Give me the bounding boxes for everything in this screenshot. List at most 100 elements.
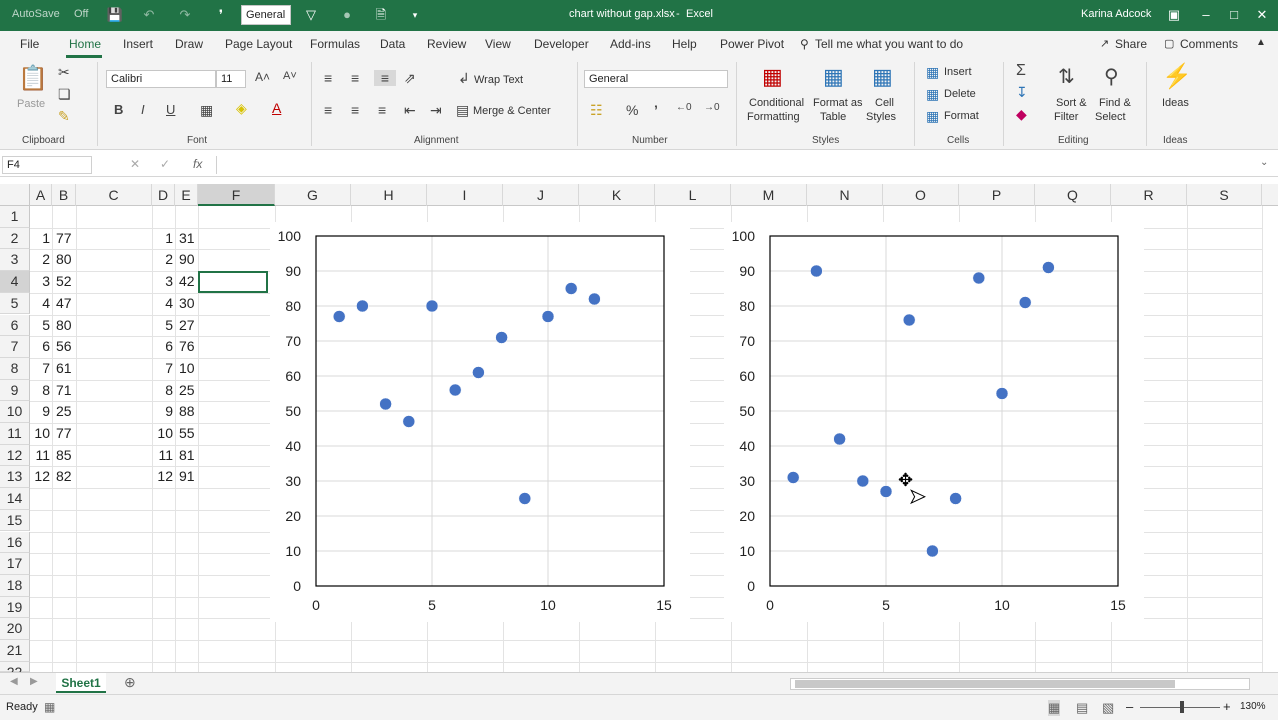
cell-b9[interactable]: 71 bbox=[52, 382, 74, 398]
cell-b3[interactable]: 80 bbox=[52, 251, 74, 267]
tab-page-layout[interactable]: Page Layout bbox=[225, 37, 292, 51]
cell-e3[interactable]: 90 bbox=[175, 251, 196, 267]
row-header-18[interactable]: 18 bbox=[0, 575, 30, 597]
cell-e7[interactable]: 76 bbox=[175, 338, 196, 354]
format-painter-qa-icon[interactable]: ❜ bbox=[212, 6, 230, 24]
row-header-11[interactable]: 11 bbox=[0, 423, 30, 445]
cell-a11[interactable]: 10 bbox=[30, 425, 50, 441]
cell-a3[interactable]: 2 bbox=[30, 251, 50, 267]
align-top-icon[interactable]: ≡ bbox=[324, 70, 332, 86]
cell-d5[interactable]: 4 bbox=[152, 295, 173, 311]
column-header-q[interactable]: Q bbox=[1035, 184, 1111, 206]
cell-e5[interactable]: 30 bbox=[175, 295, 196, 311]
redo-icon[interactable]: ↷ bbox=[176, 6, 194, 24]
cell-e8[interactable]: 10 bbox=[175, 360, 196, 376]
column-header-c[interactable]: C bbox=[76, 184, 152, 206]
row-header-15[interactable]: 15 bbox=[0, 510, 30, 532]
cell-d4[interactable]: 3 bbox=[152, 273, 173, 289]
cell-b11[interactable]: 77 bbox=[52, 425, 74, 441]
grow-font-icon[interactable]: A˄ bbox=[255, 70, 270, 84]
qa-number-format[interactable]: General bbox=[241, 5, 291, 25]
horizontal-scrollbar[interactable] bbox=[790, 678, 1250, 690]
zoom-slider-thumb[interactable] bbox=[1180, 701, 1184, 713]
next-sheet-icon[interactable]: ▶ bbox=[30, 676, 38, 687]
cell-a8[interactable]: 7 bbox=[30, 360, 50, 376]
new-file-icon[interactable]: 🗎 bbox=[372, 6, 390, 24]
fill-icon[interactable]: ↧ bbox=[1016, 84, 1028, 101]
cell-b5[interactable]: 47 bbox=[52, 295, 74, 311]
page-break-view-icon[interactable]: ▧ bbox=[1102, 700, 1114, 716]
row-header-5[interactable]: 5 bbox=[0, 293, 30, 315]
cell-b10[interactable]: 25 bbox=[52, 403, 74, 419]
percent-icon[interactable]: % bbox=[626, 102, 638, 118]
cell-b13[interactable]: 82 bbox=[52, 468, 74, 484]
row-header-10[interactable]: 10 bbox=[0, 401, 30, 423]
conditional-formatting-button[interactable]: Conditional bbox=[749, 97, 804, 109]
macro-record-icon[interactable]: ▦ bbox=[44, 700, 55, 714]
enter-icon[interactable]: ✓ bbox=[160, 157, 170, 171]
row-header-21[interactable]: 21 bbox=[0, 640, 30, 662]
row-header-20[interactable]: 20 bbox=[0, 618, 30, 640]
name-box[interactable]: F4 bbox=[2, 156, 92, 174]
copy-icon[interactable]: ❏ bbox=[58, 86, 71, 103]
find-select-button-line2[interactable]: Select bbox=[1095, 111, 1126, 123]
clear-icon[interactable]: ◆ bbox=[1016, 106, 1027, 123]
underline-icon[interactable]: U bbox=[166, 102, 175, 117]
formula-input[interactable] bbox=[216, 156, 1256, 174]
ribbon-display-icon[interactable]: ▣ bbox=[1164, 7, 1184, 23]
cell-b12[interactable]: 85 bbox=[52, 447, 74, 463]
align-center-icon[interactable]: ≡ bbox=[351, 102, 359, 118]
scatter-chart-1[interactable]: 0102030405060708090100051015 bbox=[270, 222, 690, 622]
cell-d8[interactable]: 7 bbox=[152, 360, 173, 376]
font-size-combo[interactable]: 11 bbox=[216, 70, 246, 88]
accounting-icon[interactable]: ☷ bbox=[590, 102, 603, 119]
minimize-icon[interactable]: – bbox=[1196, 7, 1216, 22]
column-header-o[interactable]: O bbox=[883, 184, 959, 206]
number-format-combo[interactable]: General bbox=[584, 70, 728, 88]
page-layout-view-icon[interactable]: ▤ bbox=[1076, 700, 1088, 716]
row-header-16[interactable]: 16 bbox=[0, 532, 30, 554]
column-header-i[interactable]: I bbox=[427, 184, 503, 206]
ideas-button[interactable]: Ideas bbox=[1162, 97, 1189, 109]
tab-help[interactable]: Help bbox=[672, 37, 697, 51]
row-header-13[interactable]: 13 bbox=[0, 466, 30, 488]
row-header-22[interactable]: 22 bbox=[0, 662, 30, 672]
cell-a4[interactable]: 3 bbox=[30, 273, 50, 289]
comments-button[interactable]: Comments bbox=[1180, 37, 1238, 51]
cell-d6[interactable]: 5 bbox=[152, 317, 173, 333]
cell-e11[interactable]: 55 bbox=[175, 425, 196, 441]
borders-icon[interactable]: ▦ bbox=[200, 102, 213, 119]
cell-d12[interactable]: 11 bbox=[152, 447, 173, 463]
cell-b6[interactable]: 80 bbox=[52, 317, 74, 333]
column-header-e[interactable]: E bbox=[175, 184, 198, 206]
row-header-7[interactable]: 7 bbox=[0, 336, 30, 358]
column-header-p[interactable]: P bbox=[959, 184, 1035, 206]
undo-icon[interactable]: ↶ bbox=[140, 6, 158, 24]
find-select-button[interactable]: Find & bbox=[1099, 97, 1131, 109]
tab-formulas[interactable]: Formulas bbox=[310, 37, 360, 51]
row-header-4[interactable]: 4 bbox=[0, 271, 30, 293]
column-header-s[interactable]: S bbox=[1187, 184, 1262, 206]
column-header-l[interactable]: L bbox=[655, 184, 731, 206]
cell-a13[interactable]: 12 bbox=[30, 468, 50, 484]
cell-d3[interactable]: 2 bbox=[152, 251, 173, 267]
row-header-2[interactable]: 2 bbox=[0, 228, 30, 250]
cell-b8[interactable]: 61 bbox=[52, 360, 74, 376]
save-icon[interactable]: 💾 bbox=[106, 6, 124, 24]
conditional-formatting-button-line2[interactable]: Formatting bbox=[747, 111, 800, 123]
row-header-12[interactable]: 12 bbox=[0, 445, 30, 467]
share-button[interactable]: Share bbox=[1115, 37, 1147, 51]
autosum-icon[interactable]: Σ bbox=[1016, 62, 1026, 80]
cell-a12[interactable]: 11 bbox=[30, 447, 50, 463]
decrease-indent-icon[interactable]: ⇤ bbox=[404, 102, 416, 119]
tab-home[interactable]: Home bbox=[69, 37, 101, 51]
font-name-combo[interactable]: Calibri bbox=[106, 70, 216, 88]
increase-indent-icon[interactable]: ⇥ bbox=[430, 102, 442, 119]
horizontal-scroll-thumb[interactable] bbox=[795, 680, 1175, 688]
format-as-table-button[interactable]: Format as bbox=[813, 97, 863, 109]
prev-sheet-icon[interactable]: ◀ bbox=[10, 676, 18, 687]
bold-icon[interactable]: B bbox=[114, 102, 123, 117]
user-name[interactable]: Karina Adcock bbox=[1081, 8, 1151, 20]
zoom-out-icon[interactable]: – bbox=[1126, 699, 1133, 714]
format-cells-button[interactable]: Format bbox=[944, 110, 979, 122]
